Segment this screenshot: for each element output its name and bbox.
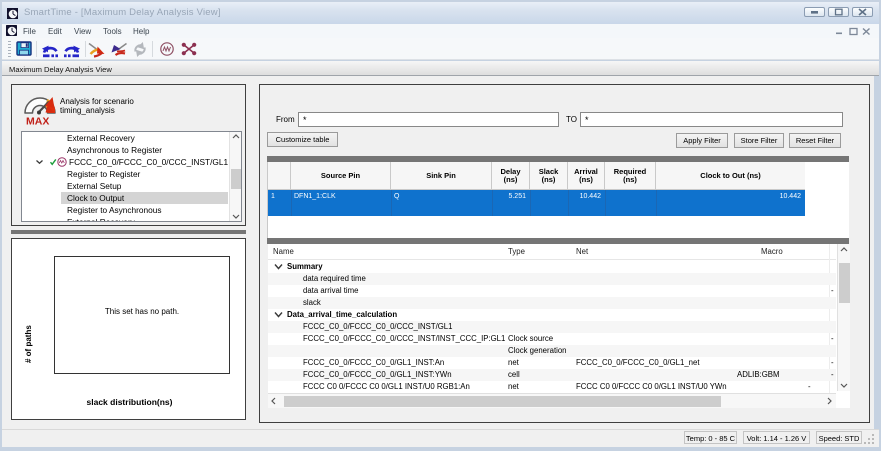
svg-text:MAX: MAX	[26, 116, 49, 128]
